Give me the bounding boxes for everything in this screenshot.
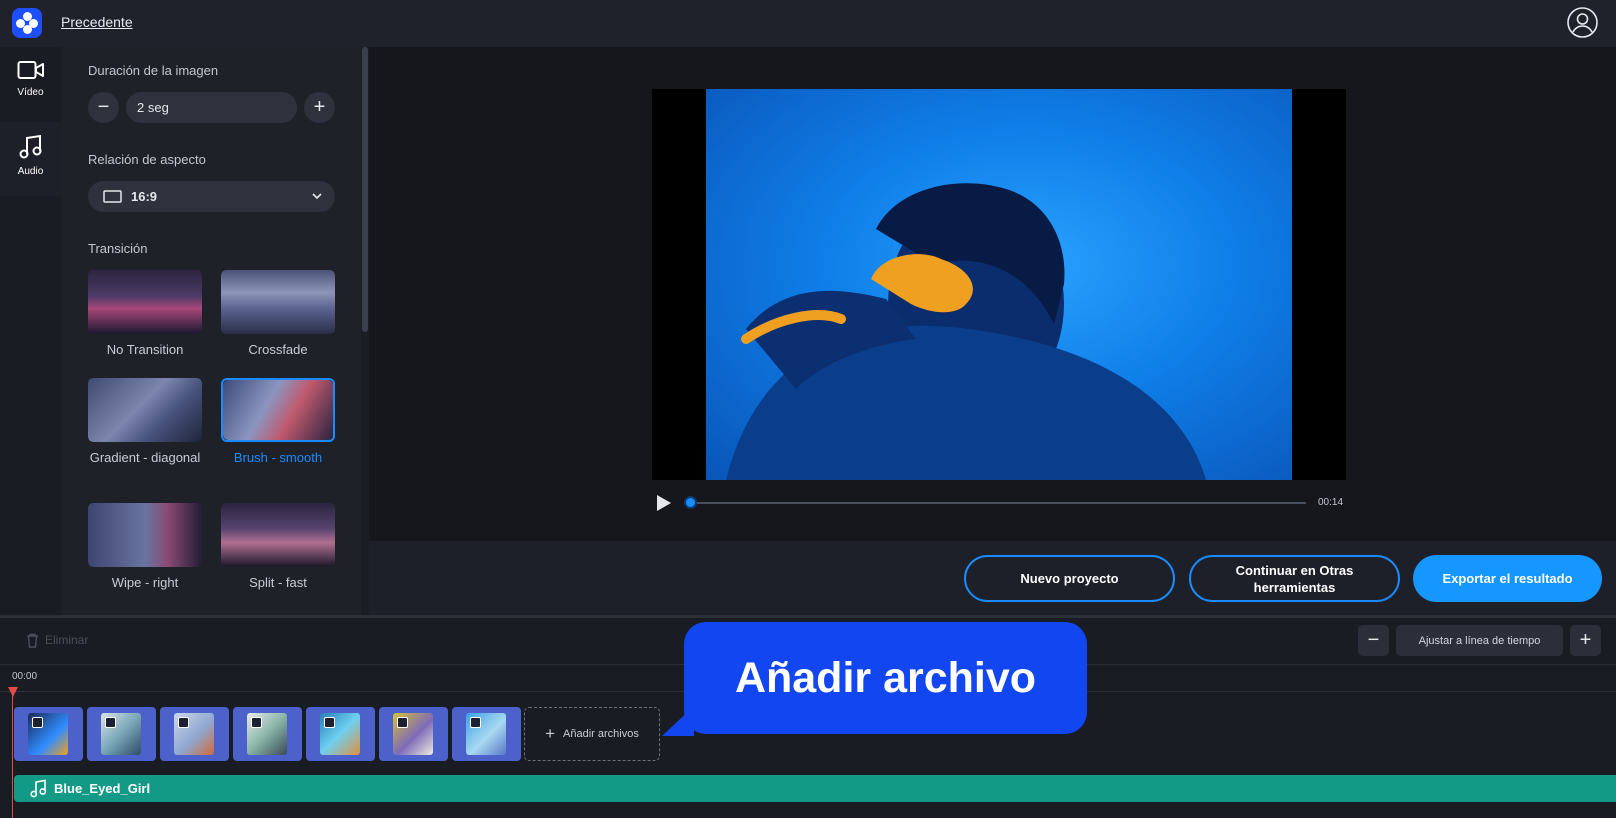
- transition-label-crossfade: Crossfade: [248, 342, 308, 357]
- duration-field[interactable]: 2 seg: [126, 92, 297, 123]
- audio-track-name: Blue_Eyed_Girl: [54, 781, 151, 796]
- image-icon: [105, 717, 116, 728]
- timeline-clip[interactable]: [379, 707, 448, 761]
- zoom-out-button[interactable]: −: [1358, 625, 1389, 656]
- continue-tools-button[interactable]: Continuar en Otras herramientas: [1189, 555, 1400, 602]
- transition-label-split-fast: Split - fast: [249, 575, 307, 590]
- user-avatar-icon[interactable]: [1567, 7, 1598, 38]
- transition-label-gradient-diagonal: Gradient - diagonal: [89, 450, 201, 465]
- image-icon: [470, 717, 481, 728]
- video-preview-image: [706, 89, 1292, 480]
- image-icon: [178, 717, 189, 728]
- add-file-callout: Añadir archivo: [684, 622, 1087, 734]
- transition-thumbnail: [221, 503, 335, 567]
- app-logo-icon[interactable]: [12, 8, 42, 38]
- delete-button[interactable]: Eliminar: [26, 633, 89, 649]
- transition-thumbnail: [88, 503, 202, 567]
- image-icon: [324, 717, 335, 728]
- timeline-clip[interactable]: [306, 707, 375, 761]
- minus-icon: −: [1367, 629, 1380, 651]
- time-readout: 00:14: [1318, 497, 1344, 508]
- video-camera-icon: [17, 61, 44, 79]
- playhead-marker[interactable]: [8, 687, 18, 697]
- transition-split-fast[interactable]: [221, 503, 335, 567]
- timeline-clip[interactable]: [160, 707, 229, 761]
- play-button[interactable]: [654, 494, 672, 512]
- plus-icon: +: [545, 724, 556, 743]
- duration-decrease-button[interactable]: −: [88, 92, 119, 123]
- play-icon: [657, 495, 671, 511]
- transition-label-wipe-right: Wipe - right: [111, 575, 179, 590]
- transition-no-transition[interactable]: [88, 270, 202, 334]
- rail-item-label: Audio: [17, 166, 44, 177]
- panel-scrollbar[interactable]: [361, 47, 369, 615]
- seek-handle[interactable]: [684, 496, 697, 509]
- aspect-ratio-value: 16:9: [131, 189, 158, 204]
- timeline-clip[interactable]: [14, 707, 83, 761]
- seek-bar[interactable]: [690, 502, 1306, 504]
- transition-gradient-diagonal[interactable]: [88, 378, 202, 442]
- timeline-start-time: 00:00: [12, 671, 38, 682]
- image-icon: [251, 717, 262, 728]
- top-bar: [0, 0, 1616, 47]
- rail-item-video[interactable]: Vídeo: [0, 47, 61, 121]
- selected-transition-border: [221, 378, 335, 442]
- chevron-down-icon: [312, 193, 322, 200]
- zoom-in-button[interactable]: +: [1570, 625, 1601, 656]
- new-project-button[interactable]: Nuevo proyecto: [964, 555, 1175, 602]
- transition-label: Transición: [88, 241, 148, 256]
- rail-item-audio[interactable]: Audio: [0, 122, 61, 196]
- aspect-ratio-label: Relación de aspecto: [88, 152, 206, 167]
- transition-label-no-transition: No Transition: [106, 342, 184, 357]
- minus-icon: −: [97, 96, 110, 118]
- music-note-icon: [19, 134, 41, 159]
- fit-to-timeline-button[interactable]: Ajustar a línea de tiempo: [1396, 625, 1563, 656]
- music-note-icon: [30, 779, 47, 798]
- playhead[interactable]: [12, 688, 13, 818]
- plus-icon: +: [1579, 629, 1592, 651]
- duration-label: Duración de la imagen: [88, 63, 219, 78]
- timeline-clip[interactable]: [233, 707, 302, 761]
- image-icon: [397, 717, 408, 728]
- image-icon: [32, 717, 43, 728]
- export-button[interactable]: Exportar el resultado: [1413, 555, 1602, 602]
- transition-wipe-right[interactable]: [88, 503, 202, 567]
- delete-label: Eliminar: [45, 633, 89, 647]
- duration-increase-button[interactable]: +: [304, 92, 335, 123]
- trash-icon: [27, 634, 38, 649]
- transition-crossfade[interactable]: [221, 270, 335, 334]
- back-link[interactable]: Precedente: [61, 14, 133, 30]
- transition-thumbnail: [221, 270, 335, 334]
- transition-label-brush-smooth: Brush - smooth: [233, 450, 323, 465]
- rail-item-label: Vídeo: [17, 87, 44, 98]
- aspect-ratio-select[interactable]: 16:9: [88, 181, 335, 212]
- timeline-clip[interactable]: [452, 707, 521, 761]
- add-files-button[interactable]: + Añadir archivos: [524, 707, 660, 761]
- transition-thumbnail: [88, 270, 202, 334]
- transition-thumbnail: [88, 378, 202, 442]
- add-files-label: Añadir archivos: [563, 728, 639, 740]
- timeline-clip[interactable]: [87, 707, 156, 761]
- plus-icon: +: [313, 96, 326, 118]
- audio-track[interactable]: Blue_Eyed_Girl: [14, 775, 1616, 802]
- screen-ratio-icon: [103, 190, 122, 203]
